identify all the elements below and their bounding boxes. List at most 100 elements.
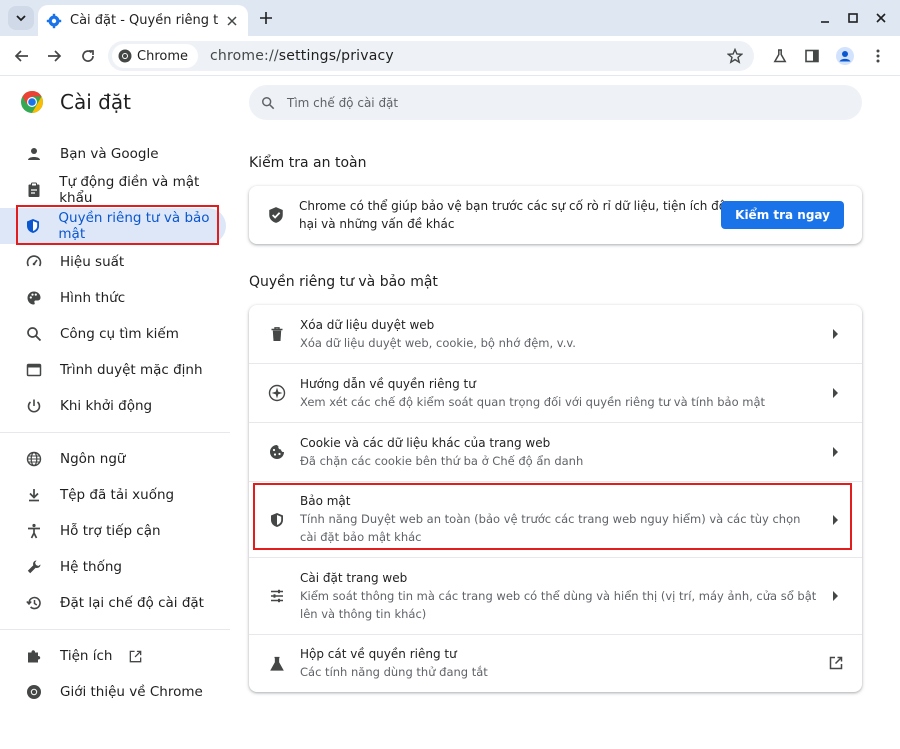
bookmark-button[interactable]: [724, 45, 746, 67]
search-icon: [262, 96, 275, 109]
row-title: Cài đặt trang web: [300, 570, 408, 585]
menu-button[interactable]: [866, 44, 890, 68]
row-title: Hướng dẫn về quyền riêng tư: [300, 376, 476, 391]
settings-search[interactable]: Tìm chế độ cài đặt: [249, 85, 862, 120]
row-description: Các tính năng dùng thử đang tắt: [300, 665, 488, 679]
sidebar-item-appearance[interactable]: Hình thức: [0, 280, 230, 316]
safety-check-card: Chrome có thể giúp bảo vệ bạn trước các …: [249, 186, 862, 244]
sidebar-item-extensions[interactable]: Tiện ích: [0, 638, 230, 674]
plus-icon: [260, 12, 272, 24]
sidebar-item-label: Tự động điền và mật khẩu: [59, 174, 200, 206]
person-icon: [24, 144, 44, 164]
browser-tab[interactable]: Cài đặt - Quyền riêng tư v: [38, 5, 248, 36]
safety-check-heading: Kiểm tra an toàn: [249, 155, 367, 171]
sidebar-item-autofill[interactable]: Tự động điền và mật khẩu: [0, 172, 230, 208]
minimize-button[interactable]: [815, 8, 835, 28]
cookie-icon: [267, 442, 287, 462]
chevron-right-icon: [833, 447, 838, 457]
toolbar: Chrome chrome://settings/privacy: [0, 36, 900, 76]
maximize-button[interactable]: [843, 8, 863, 28]
address-bar[interactable]: Chrome chrome://settings/privacy: [108, 41, 754, 71]
chevron-right-icon: [833, 329, 838, 339]
chrome-icon: [24, 682, 44, 702]
sidebar-item-label: Tệp đã tải xuống: [60, 487, 175, 503]
forward-button[interactable]: [42, 44, 66, 68]
sidebar-item-downloads[interactable]: Tệp đã tải xuống: [0, 477, 230, 513]
row-clear-browsing-data[interactable]: Xóa dữ liệu duyệt web Xóa dữ liệu duyệt w…: [249, 305, 862, 363]
close-window-button[interactable]: [871, 8, 891, 28]
download-icon: [24, 485, 44, 505]
back-button[interactable]: [10, 44, 34, 68]
flask-icon: [773, 49, 787, 63]
settings-gear-icon: [46, 13, 62, 28]
page-title: Cài đặt: [60, 90, 131, 114]
chip-label: Chrome: [137, 48, 188, 64]
row-title: Xóa dữ liệu duyệt web: [300, 317, 435, 332]
profile-button[interactable]: [833, 44, 857, 68]
sidebar-item-label: Khi khởi động: [60, 398, 153, 414]
sidebar-item-label: Bạn và Google: [60, 146, 159, 162]
star-icon: [727, 48, 743, 64]
sidebar-item-system[interactable]: Hệ thống: [0, 549, 230, 585]
sidebar-divider: [0, 432, 230, 433]
highlight-box-security: [253, 483, 852, 550]
close-icon: [227, 15, 237, 26]
row-description: Xem xét các chế độ kiểm soát quan trọng …: [300, 394, 766, 409]
row-privacy-guide[interactable]: Hướng dẫn về quyền riêng tư Xem xét các c…: [249, 363, 862, 422]
row-title: Cookie và các dữ liệu khác của trang web: [300, 435, 551, 450]
side-panel-icon: [805, 49, 819, 63]
chevron-right-icon: [833, 591, 838, 601]
row-site-settings[interactable]: Cài đặt trang web Kiểm soát thông tin mà …: [249, 557, 862, 634]
row-description: Kiểm soát thông tin mà các trang web có …: [300, 588, 817, 621]
clipboard-icon: [24, 180, 43, 200]
site-info-chip[interactable]: Chrome: [112, 44, 198, 68]
reload-icon: [82, 50, 94, 62]
sidebar-item-languages[interactable]: Ngôn ngữ: [0, 441, 230, 477]
sidebar-item-reset[interactable]: Đặt lại chế độ cài đặt: [0, 585, 230, 621]
palette-icon: [24, 288, 44, 308]
highlight-box-sidebar: [16, 205, 219, 245]
sidebar-divider: [0, 629, 230, 630]
settings-header: Cài đặt: [20, 90, 131, 114]
power-icon: [24, 396, 44, 416]
sidebar-item-label: Hỗ trợ tiếp cận: [60, 523, 161, 539]
arrow-right-icon: [48, 50, 62, 62]
sidebar-item-label: Trình duyệt mặc định: [60, 362, 203, 378]
sidebar-item-default-browser[interactable]: Trình duyệt mặc định: [0, 352, 230, 388]
reload-button[interactable]: [76, 44, 100, 68]
tab-close-button[interactable]: [224, 13, 240, 29]
sidebar-item-you-and-google[interactable]: Bạn và Google: [0, 136, 230, 172]
labs-button[interactable]: [768, 44, 792, 68]
sidebar-item-label: Hệ thống: [60, 559, 122, 575]
check-now-button[interactable]: Kiểm tra ngay: [721, 201, 844, 229]
accessibility-icon: [24, 521, 44, 541]
sidebar-item-about-chrome[interactable]: Giới thiệu về Chrome: [0, 674, 230, 710]
row-cookies[interactable]: Cookie và các dữ liệu khác của trang web…: [249, 422, 862, 481]
tab-title: Cài đặt - Quyền riêng tư v: [70, 13, 218, 28]
url-text: chrome://settings/privacy: [210, 48, 394, 64]
sidebar-item-label: Giới thiệu về Chrome: [60, 684, 203, 700]
sidebar-item-performance[interactable]: Hiệu suất: [0, 244, 230, 280]
minimize-icon: [821, 21, 829, 23]
sidebar-item-accessibility[interactable]: Hỗ trợ tiếp cận: [0, 513, 230, 549]
tab-search-button[interactable]: [8, 6, 34, 30]
row-privacy-sandbox[interactable]: Hộp cát về quyền riêng tư Các tính năng d…: [249, 634, 862, 692]
sidebar-item-label: Hình thức: [60, 290, 126, 306]
reset-icon: [24, 593, 44, 613]
privacy-heading: Quyền riêng tư và bảo mật: [249, 274, 438, 290]
close-icon: [876, 13, 886, 23]
sidebar-item-label: Ngôn ngữ: [60, 451, 126, 467]
side-panel-button[interactable]: [800, 44, 824, 68]
new-tab-button[interactable]: [256, 8, 276, 28]
sidebar-item-search-engine[interactable]: Công cụ tìm kiếm: [0, 316, 230, 352]
safety-check-description: Chrome có thể giúp bảo vệ bạn trước các …: [299, 199, 733, 231]
more-vert-icon: [876, 49, 880, 63]
flask-icon: [267, 654, 287, 674]
sidebar-item-label: Tiện ích: [60, 648, 113, 664]
chevron-right-icon: [833, 388, 838, 398]
sidebar-item-on-startup[interactable]: Khi khởi động: [0, 388, 230, 424]
browser-window-icon: [24, 360, 44, 380]
tune-icon: [267, 586, 287, 606]
search-input[interactable]: Tìm chế độ cài đặt: [287, 96, 398, 110]
open-in-new-icon: [128, 649, 143, 664]
